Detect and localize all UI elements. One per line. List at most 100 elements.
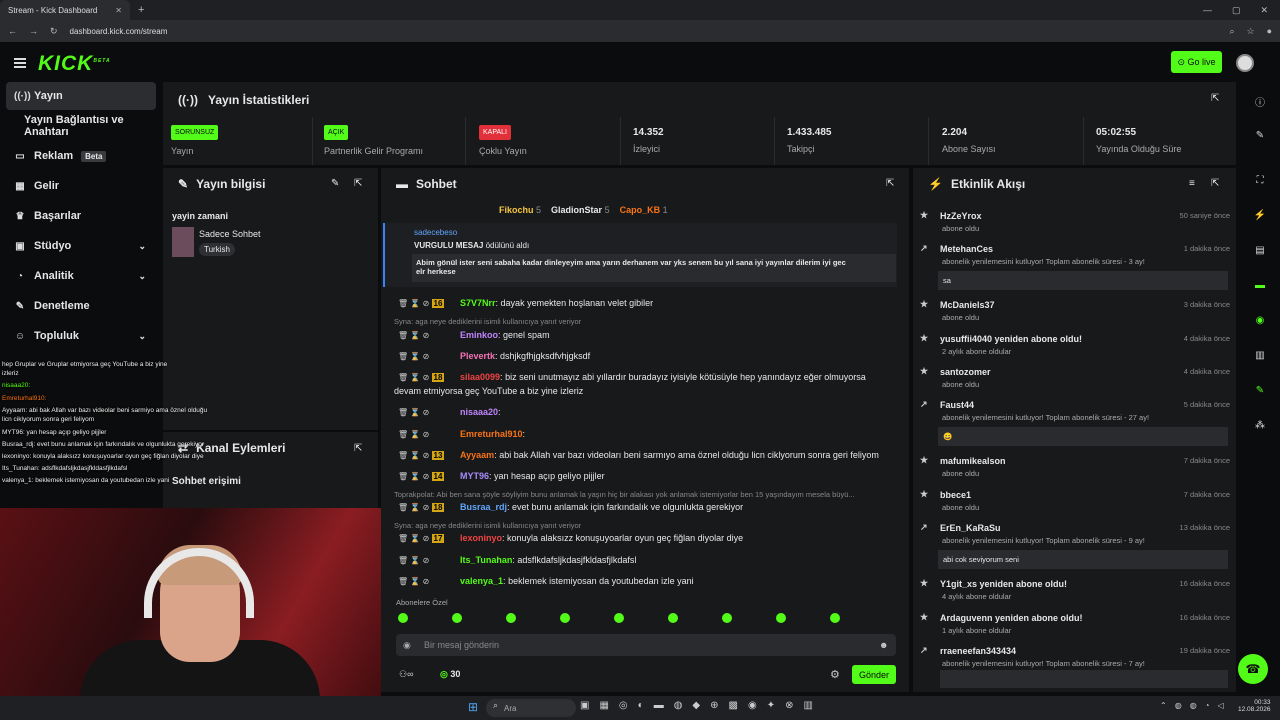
- support-chat-icon[interactable]: ☎: [1238, 654, 1268, 684]
- back-icon[interactable]: ←: [8, 26, 17, 36]
- sidebar-item-reklam[interactable]: ▭ Reklam Beta: [6, 142, 156, 170]
- popout-icon[interactable]: ⇱: [886, 178, 894, 189]
- browser-tab[interactable]: Stream - Kick Dashboard ✕: [0, 0, 130, 20]
- chevron-up-icon[interactable]: ⌃: [1160, 701, 1167, 710]
- emote[interactable]: [830, 613, 840, 623]
- user-avatar[interactable]: [1236, 54, 1254, 72]
- popout-icon[interactable]: ⇱: [1211, 178, 1219, 189]
- chevron-down-icon: ⌄: [138, 270, 146, 281]
- reload-icon[interactable]: ↻: [50, 26, 58, 37]
- close-window-icon[interactable]: ✕: [1260, 5, 1268, 16]
- tray-icon[interactable]: ◍: [1175, 701, 1182, 710]
- kick-logo[interactable]: KICKBETA: [38, 52, 111, 76]
- emote[interactable]: [668, 613, 678, 623]
- bookmark-star-icon[interactable]: ☆: [1246, 26, 1254, 37]
- tray-icon[interactable]: ◍: [1190, 701, 1197, 710]
- app-icon[interactable]: ◆: [692, 700, 700, 711]
- stream-category[interactable]: Sadece Sohbet: [199, 229, 261, 239]
- overlay-chat-line: hep Gruplar ve Gruplar etmiyorsa geç You…: [2, 361, 168, 368]
- gifter[interactable]: GladionStar 5: [551, 205, 610, 215]
- app-icon[interactable]: ⊕: [710, 700, 718, 711]
- zoom-icon[interactable]: ⌕: [1229, 26, 1234, 37]
- app-icon[interactable]: ✦: [767, 700, 775, 711]
- app-icon[interactable]: ◉: [748, 700, 757, 711]
- sidebar-item-topluluk[interactable]: ☺ Topluluk ⌄: [6, 322, 156, 350]
- app-icon[interactable]: ▦: [599, 700, 608, 711]
- new-tab-icon[interactable]: +: [138, 4, 144, 16]
- chat-access[interactable]: Sohbet erişimi: [172, 476, 241, 487]
- layout-icon[interactable]: ▥: [1250, 345, 1270, 365]
- edit-icon[interactable]: ✎: [1250, 125, 1270, 145]
- chrome-icon[interactable]: ◎: [619, 700, 628, 711]
- activity-item: ↗ Faust44 5 dakika önce abonelik yenilemesi…: [920, 399, 1230, 446]
- forward-icon[interactable]: →: [29, 26, 38, 36]
- app-icon[interactable]: ▩: [729, 700, 738, 711]
- edit-icon[interactable]: ✎: [331, 178, 339, 189]
- fullscreen-icon[interactable]: ⛶: [1250, 170, 1270, 190]
- windows-start-icon[interactable]: ⊞: [468, 700, 478, 714]
- gifter[interactable]: Fikochu 5: [499, 205, 541, 215]
- emote[interactable]: [776, 613, 786, 623]
- url-field[interactable]: dashboard.kick.com/stream: [70, 27, 1218, 36]
- emote[interactable]: [506, 613, 516, 623]
- stat-label: Yayın: [171, 146, 194, 156]
- sidebar-item-stream-key[interactable]: Yayın Bağlantısı ve Anahtarı: [6, 112, 156, 140]
- info-icon[interactable]: ⓘ: [1250, 91, 1270, 111]
- menu-hamburger-icon[interactable]: [14, 58, 26, 68]
- star-icon: ★: [920, 489, 929, 499]
- popout-icon[interactable]: ⇱: [1211, 93, 1219, 104]
- stat-label: Çoklu Yayın: [479, 146, 527, 156]
- maximize-icon[interactable]: ▢: [1232, 5, 1241, 16]
- chat-icon[interactable]: ▬: [1250, 275, 1270, 295]
- taskbar-search[interactable]: Ara: [486, 699, 576, 717]
- emote[interactable]: [722, 613, 732, 623]
- gear-icon[interactable]: ⚙: [830, 668, 840, 681]
- app-icon[interactable]: ▣: [580, 700, 589, 711]
- broadcast-icon: ((·)): [14, 90, 31, 102]
- sidebar-item-studyo[interactable]: ▣ Stüdyo ⌄: [6, 232, 156, 260]
- volume-icon[interactable]: ◁: [1218, 701, 1224, 710]
- reply-context: Syna: aga neye dediklerini isimli kullan…: [394, 317, 582, 326]
- sidebar-item-gelir[interactable]: ▦ Gelir: [6, 172, 156, 200]
- close-tab-icon[interactable]: ✕: [115, 6, 122, 15]
- folder-icon[interactable]: ▬: [654, 700, 664, 711]
- chat-input[interactable]: Bir mesaj gönderin: [396, 634, 896, 656]
- chat-message: 🗑 ⌛ ⊘ 14 MYT96: yan hesap açıp geliyo pij…: [398, 471, 605, 481]
- profile-icon[interactable]: ●: [1267, 26, 1272, 36]
- document-icon[interactable]: ▤: [1250, 240, 1270, 260]
- app-icon[interactable]: ⊗: [785, 700, 793, 711]
- popout-icon[interactable]: ⇱: [354, 443, 362, 454]
- studio-icon: ▣: [15, 240, 25, 252]
- sidebar-item-denetleme[interactable]: ✎ Denetleme: [6, 292, 156, 320]
- emoji-icon[interactable]: ☻: [879, 640, 888, 650]
- send-button[interactable]: Gönder: [852, 665, 896, 684]
- emote[interactable]: [614, 613, 624, 623]
- sidebar-item-basarilar[interactable]: ♛ Başarılar: [6, 202, 156, 230]
- minimize-icon[interactable]: —: [1203, 5, 1212, 16]
- filter-icon[interactable]: ≡: [1189, 178, 1195, 189]
- go-live-button[interactable]: ⊙ Go live: [1171, 51, 1222, 73]
- stat-label: Abone Sayısı: [942, 144, 996, 154]
- popout-icon[interactable]: ⇱: [354, 178, 362, 189]
- emote[interactable]: [452, 613, 462, 623]
- app-icon[interactable]: ▥: [803, 700, 812, 711]
- broadcast-icon[interactable]: ◉: [1250, 310, 1270, 330]
- clock[interactable]: 00:33 12.08.2026: [1238, 699, 1271, 713]
- steam-icon[interactable]: ◐: [638, 700, 644, 711]
- sidebar-item-yayin[interactable]: ((·)) Yayın: [6, 82, 156, 110]
- share-icon[interactable]: ⁂: [1250, 415, 1270, 435]
- emote[interactable]: [398, 613, 408, 623]
- renew-icon: ↗: [920, 243, 928, 253]
- highlight-user[interactable]: sadecebeso: [414, 228, 457, 237]
- stat-label: Yayında Olduğu Süre: [1096, 144, 1182, 154]
- trophy-icon: ♛: [15, 210, 25, 222]
- bolt-icon[interactable]: ⚡: [1250, 205, 1270, 225]
- wrench-icon[interactable]: ✎: [1250, 380, 1270, 400]
- emote[interactable]: [560, 613, 570, 623]
- category-thumbnail: [172, 227, 194, 257]
- network-icon[interactable]: ◔: [1205, 701, 1210, 710]
- sidebar-item-analitik[interactable]: ◔ Analitik ⌄: [6, 262, 156, 290]
- chat-settings-icon[interactable]: ⚇∞: [399, 669, 413, 680]
- app-icon[interactable]: ◍: [674, 700, 683, 711]
- gifter[interactable]: Capo_KB 1: [620, 205, 668, 215]
